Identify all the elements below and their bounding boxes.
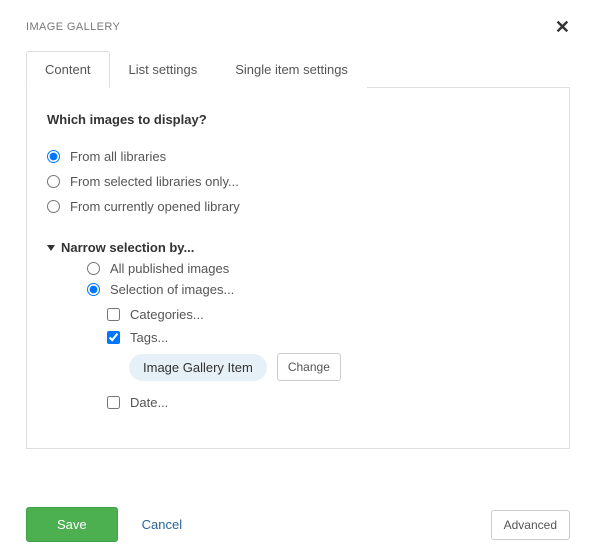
- advanced-button[interactable]: Advanced: [491, 510, 570, 540]
- radio-all-published-input[interactable]: [87, 262, 100, 275]
- tab-list-settings[interactable]: List settings: [110, 51, 217, 88]
- checkbox-tags-label: Tags...: [130, 330, 168, 345]
- tab-single-item-settings[interactable]: Single item settings: [216, 51, 367, 88]
- radio-from-all-libraries-input[interactable]: [47, 150, 60, 163]
- tag-chip: Image Gallery Item: [129, 354, 267, 381]
- tab-bar: Content List settings Single item settin…: [26, 50, 570, 87]
- radio-selection-of-images-input[interactable]: [87, 283, 100, 296]
- checkbox-date-input[interactable]: [107, 396, 120, 409]
- checkbox-tags-input[interactable]: [107, 331, 120, 344]
- checkbox-tags[interactable]: Tags...: [107, 330, 549, 345]
- tab-content[interactable]: Content: [26, 51, 110, 88]
- question-heading: Which images to display?: [47, 112, 549, 127]
- checkbox-date[interactable]: Date...: [107, 395, 549, 410]
- narrow-selection-label: Narrow selection by...: [61, 240, 194, 255]
- radio-all-published[interactable]: All published images: [87, 261, 549, 276]
- close-icon[interactable]: ✕: [555, 18, 570, 36]
- radio-from-current-library-input[interactable]: [47, 200, 60, 213]
- checkbox-date-label: Date...: [130, 395, 168, 410]
- radio-selection-of-images[interactable]: Selection of images...: [87, 282, 549, 297]
- radio-from-selected-libraries-input[interactable]: [47, 175, 60, 188]
- radio-from-current-library[interactable]: From currently opened library: [47, 199, 549, 214]
- radio-from-all-libraries[interactable]: From all libraries: [47, 149, 549, 164]
- caret-down-icon: [47, 245, 55, 251]
- checkbox-categories[interactable]: Categories...: [107, 307, 549, 322]
- radio-selection-of-images-label: Selection of images...: [110, 282, 234, 297]
- radio-from-selected-libraries[interactable]: From selected libraries only...: [47, 174, 549, 189]
- checkbox-categories-input[interactable]: [107, 308, 120, 321]
- radio-from-all-libraries-label: From all libraries: [70, 149, 166, 164]
- change-button[interactable]: Change: [277, 353, 341, 381]
- dialog-title: IMAGE GALLERY: [26, 21, 120, 33]
- radio-from-current-library-label: From currently opened library: [70, 199, 240, 214]
- content-panel: Which images to display? From all librar…: [26, 87, 570, 449]
- radio-all-published-label: All published images: [110, 261, 229, 276]
- save-button[interactable]: Save: [26, 507, 118, 542]
- radio-from-selected-libraries-label: From selected libraries only...: [70, 174, 239, 189]
- cancel-button[interactable]: Cancel: [142, 517, 182, 532]
- narrow-selection-toggle[interactable]: Narrow selection by...: [47, 240, 549, 255]
- checkbox-categories-label: Categories...: [130, 307, 204, 322]
